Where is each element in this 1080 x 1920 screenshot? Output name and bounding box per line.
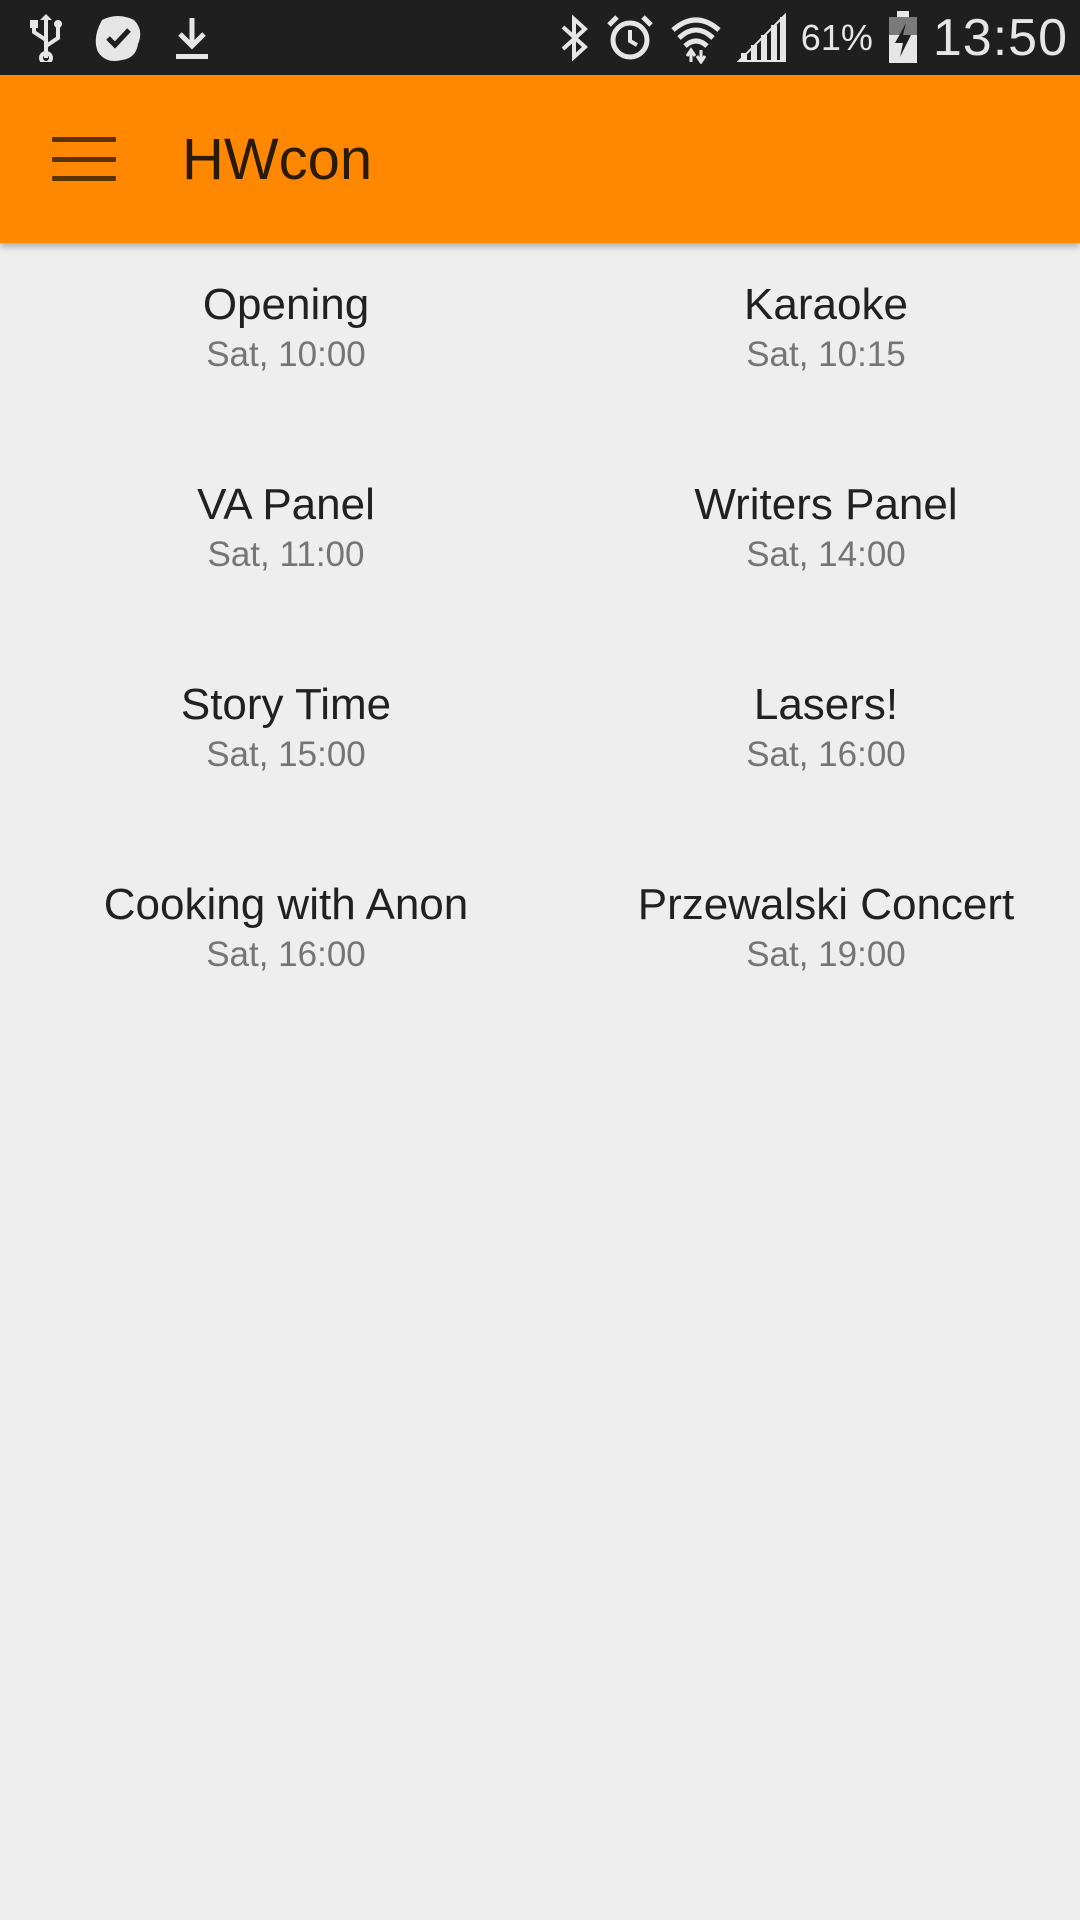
- event-name: Karaoke: [744, 280, 908, 329]
- event-item[interactable]: Karaoke Sat, 10:15: [572, 243, 1080, 443]
- event-name: Writers Panel: [694, 480, 958, 529]
- battery-charging-icon: [887, 10, 919, 65]
- usb-icon: [28, 13, 64, 62]
- event-item[interactable]: Cooking with Anon Sat, 16:00: [0, 843, 572, 1043]
- event-time: Sat, 16:00: [746, 735, 906, 774]
- alarm-icon: [605, 13, 655, 63]
- event-name: Opening: [202, 280, 370, 329]
- download-icon: [172, 14, 212, 62]
- status-bar: 61% 13:50: [0, 0, 1080, 75]
- event-item[interactable]: VA Panel Sat, 11:00: [0, 443, 572, 643]
- event-time: Sat, 10:00: [206, 335, 366, 374]
- signal-icon: [736, 12, 787, 63]
- status-clock: 13:50: [932, 8, 1068, 67]
- wifi-icon: [669, 12, 723, 64]
- event-item[interactable]: Opening Sat, 10:00: [0, 243, 572, 443]
- event-time: Sat, 16:00: [206, 935, 366, 974]
- event-name: VA Panel: [197, 480, 375, 529]
- event-time: Sat, 19:00: [746, 935, 906, 974]
- event-item[interactable]: Writers Panel Sat, 14:00: [572, 443, 1080, 643]
- app-bar: HWcon: [0, 75, 1080, 243]
- event-time: Sat, 14:00: [746, 535, 906, 574]
- event-time: Sat, 10:15: [746, 335, 906, 374]
- hamburger-menu-icon[interactable]: [52, 137, 116, 181]
- event-time: Sat, 11:00: [207, 535, 365, 574]
- event-name: Story Time: [180, 680, 392, 729]
- event-name: Cooking with Anon: [103, 880, 469, 929]
- event-item[interactable]: Przewalski Concert Sat, 19:00: [572, 843, 1080, 1043]
- event-time: Sat, 15:00: [206, 735, 366, 774]
- app-title: HWcon: [182, 126, 373, 192]
- event-name: Przewalski Concert: [637, 880, 1015, 929]
- checkmark-notification-icon: [92, 12, 144, 64]
- event-item[interactable]: Lasers! Sat, 16:00: [572, 643, 1080, 843]
- event-grid: Opening Sat, 10:00 Karaoke Sat, 10:15 VA…: [0, 243, 1080, 1043]
- system-icons: 61% 13:50: [557, 8, 1080, 68]
- event-name: Lasers!: [753, 680, 899, 729]
- notification-icons: [0, 12, 212, 64]
- battery-percent: 61%: [800, 16, 873, 58]
- event-item[interactable]: Story Time Sat, 15:00: [0, 643, 572, 843]
- bluetooth-icon: [557, 13, 591, 63]
